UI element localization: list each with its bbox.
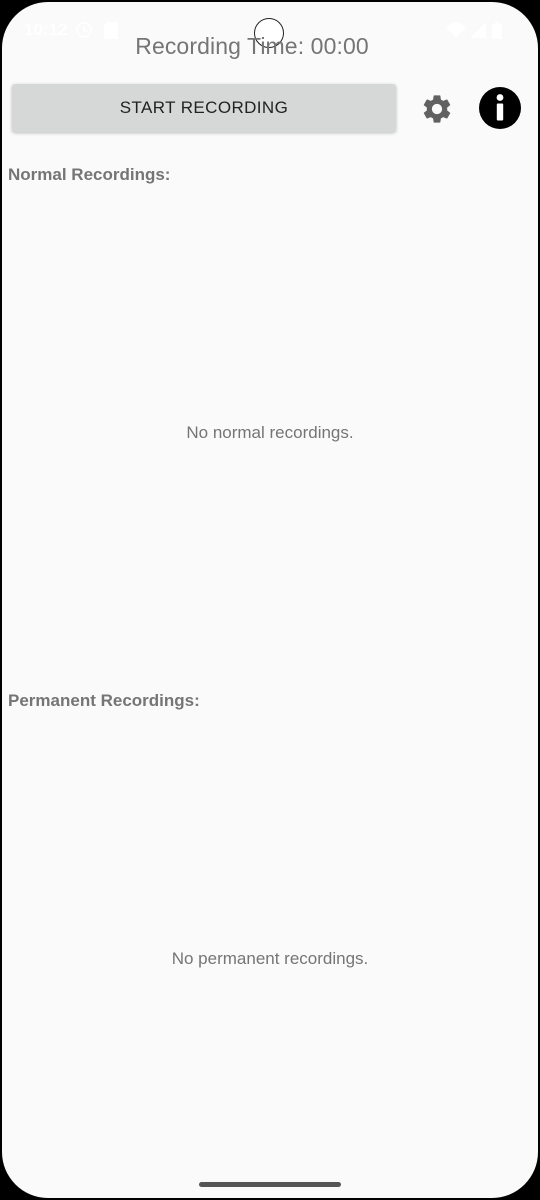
recording-time-label: Recording Time: 00:00 [135, 33, 369, 59]
gear-icon [423, 95, 451, 123]
settings-button[interactable] [420, 92, 454, 126]
info-icon [479, 87, 521, 129]
permanent-recordings-empty-message: No permanent recordings. [171, 949, 369, 968]
gesture-nav-handle[interactable] [199, 1182, 341, 1187]
app-screen: 10:12 Recording Time: 00:00 START RECORD… [2, 2, 538, 1198]
device-frame: 10:12 Recording Time: 00:00 START RECORD… [0, 0, 540, 1200]
normal-recordings-empty-message: No normal recordings. [186, 423, 354, 442]
normal-recordings-title: Normal Recordings: [8, 165, 171, 184]
info-button[interactable] [478, 86, 522, 130]
start-recording-button[interactable]: START RECORDING [12, 84, 396, 132]
permanent-recordings-title: Permanent Recordings: [8, 691, 200, 710]
